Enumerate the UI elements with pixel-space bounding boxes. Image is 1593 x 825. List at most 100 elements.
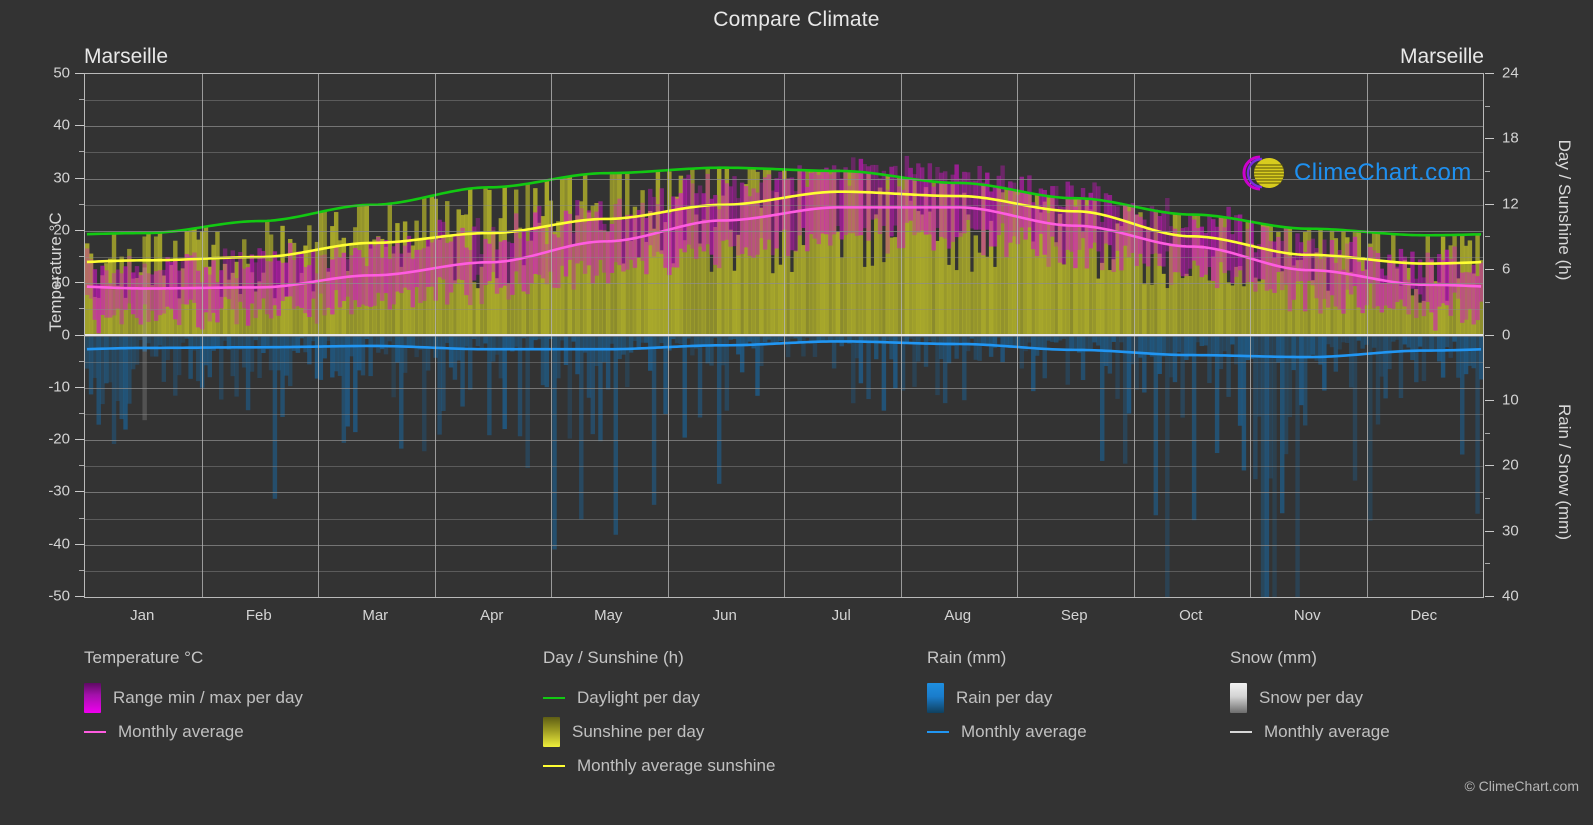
rain-day-bar	[460, 335, 465, 407]
rain-day-bar	[506, 335, 511, 350]
temperature-range-bar	[686, 174, 691, 245]
rain-day-bar	[1410, 335, 1415, 361]
temperature-range-bar	[92, 269, 98, 320]
rain-day-bar	[1107, 335, 1113, 374]
temperature-range-bar	[697, 185, 703, 247]
day-tick-label: 6	[1502, 260, 1511, 278]
temperature-range-bar	[1333, 262, 1339, 307]
axis-tick	[75, 282, 84, 284]
snow-swatch	[1230, 683, 1247, 713]
rain-day-bar	[801, 335, 806, 357]
temperature-range-bar	[1463, 272, 1469, 320]
temperature-range-bar	[353, 248, 358, 301]
sunshine-day-bar	[954, 270, 959, 336]
axis-tick-minor	[1485, 563, 1490, 565]
temperature-range-bar	[705, 173, 710, 245]
legend-item-sunshine[interactable]: Sunshine per day	[543, 715, 775, 749]
temperature-range-bar	[88, 259, 94, 299]
legend-item-temperature-range[interactable]: Range min / max per day	[84, 681, 303, 715]
temperature-range-bar	[843, 167, 848, 235]
legend-item-rain[interactable]: Rain per day	[927, 681, 1087, 715]
rain-day-bar	[1065, 335, 1070, 385]
day-tick-label: 0	[1502, 326, 1511, 343]
temperature-range-bar	[295, 251, 301, 307]
temperature-range-bar	[981, 182, 986, 256]
rain-day-bar	[1425, 335, 1430, 350]
temperature-range-bar	[590, 217, 596, 284]
day-tick-label: 18	[1502, 129, 1519, 147]
temperature-range-bar	[1306, 240, 1312, 282]
temperature-range-bar	[1471, 264, 1476, 325]
rain-day-bar	[1092, 335, 1097, 343]
sunshine-swatch	[543, 717, 560, 747]
rain-day-bar	[1299, 335, 1304, 406]
rain-day-bar	[1325, 335, 1331, 345]
legend-item-daylight[interactable]: Daylight per day	[543, 681, 775, 715]
rain-day-bar	[410, 335, 415, 347]
temperature-range-bar	[402, 245, 408, 288]
temperature-range-bar	[165, 256, 170, 307]
rain-day-bar	[1122, 335, 1128, 464]
temperature-range-bar	[793, 191, 799, 252]
rain-day-bar	[621, 335, 626, 355]
rain-day-bar	[1211, 335, 1216, 355]
temperature-range-bar	[935, 166, 940, 228]
rain-day-bar	[127, 335, 132, 404]
legend-heading-temperature: Temperature °C	[84, 648, 204, 667]
rain-day-bar	[716, 335, 722, 484]
temperature-range-bar	[104, 270, 109, 318]
axis-tick	[75, 386, 84, 388]
chart-plot-area[interactable]: ClimeChart.com ClimeChart.com	[84, 73, 1484, 598]
rain-day-bar	[219, 335, 224, 400]
rain-day-bar	[1460, 335, 1465, 455]
sunshine-day-bar	[1417, 302, 1423, 336]
rain-day-bar	[644, 335, 649, 343]
rain-day-bar	[1019, 335, 1024, 369]
axis-tick	[75, 334, 84, 336]
rain-day-bar	[498, 335, 504, 379]
sunshine-day-bar	[655, 170, 661, 336]
axis-tick-minor	[1485, 497, 1490, 499]
month-tick-label: Jul	[831, 607, 851, 624]
axis-tick	[1485, 334, 1494, 336]
temperature-range-bar	[207, 274, 212, 322]
rain-day-bar	[1456, 335, 1461, 378]
temperature-range-swatch	[84, 683, 101, 713]
rain-day-bar	[1360, 335, 1365, 349]
legend-item-temperature-average[interactable]: Monthly average	[84, 715, 303, 749]
temperature-range-bar	[395, 243, 400, 292]
legend-item-sunshine-average[interactable]: Monthly average sunshine	[543, 749, 775, 783]
temperature-range-bar	[318, 255, 324, 294]
rain-tick-label: 20	[1502, 456, 1519, 474]
legend-group-temperature: Temperature °C Range min / max per day M…	[84, 648, 303, 749]
climechart-logo-icon	[1242, 155, 1284, 191]
legend-item-snow[interactable]: Snow per day	[1230, 681, 1390, 715]
temperature-range-bar	[299, 253, 304, 308]
legend-item-snow-average[interactable]: Monthly average	[1230, 715, 1390, 749]
sunshine-day-bar	[778, 264, 783, 336]
snow-daily-bars	[142, 267, 147, 421]
rain-day-bar	[1031, 335, 1036, 392]
rain-day-bar	[659, 335, 664, 344]
rain-day-bar	[640, 335, 645, 343]
rain-day-bar	[130, 335, 136, 370]
temperature-range-bar	[1184, 227, 1189, 277]
rain-day-bar	[1027, 335, 1032, 343]
rain-day-bar	[1119, 335, 1124, 343]
temperature-range-bar	[303, 266, 308, 314]
sunshine-day-bar	[1207, 280, 1212, 336]
temperature-range-bar	[797, 165, 802, 236]
temperature-range-bar	[1019, 176, 1024, 228]
sunshine-day-bar	[682, 240, 687, 336]
day-tick-label: 24	[1502, 64, 1519, 82]
rain-day-bar	[1383, 335, 1388, 399]
temperature-range-bar	[1440, 259, 1446, 304]
sunshine-day-bar	[801, 245, 806, 336]
rain-day-bar	[356, 335, 362, 371]
rain-day-bar	[973, 335, 979, 360]
legend-item-rain-average[interactable]: Monthly average	[927, 715, 1087, 749]
axis-tick-minor	[1485, 171, 1490, 173]
rain-day-bar	[303, 335, 308, 353]
rain-day-bar	[678, 335, 684, 345]
temperature-range-bar	[146, 273, 151, 322]
